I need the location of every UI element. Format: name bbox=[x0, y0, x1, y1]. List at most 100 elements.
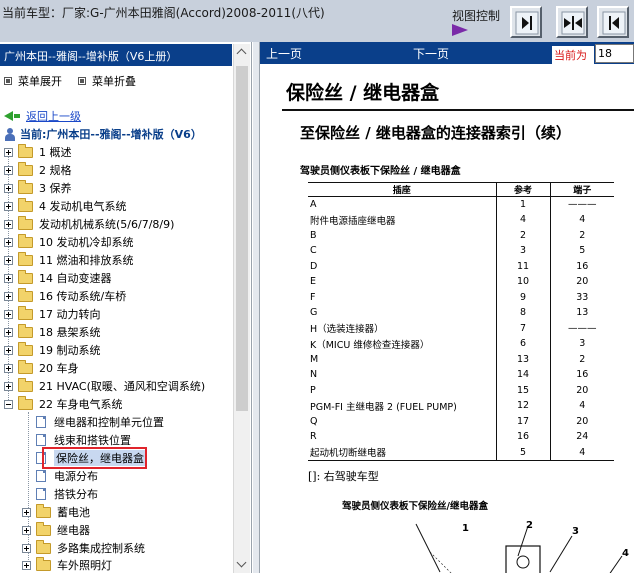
terminal-cell: 2 bbox=[549, 351, 614, 367]
expand-toggle-icon[interactable] bbox=[4, 309, 13, 319]
tree-item[interactable]: 20 车身 bbox=[4, 359, 79, 377]
tree-item[interactable]: 16 传动系统/车桥 bbox=[4, 287, 126, 305]
folder-icon bbox=[18, 179, 33, 194]
callout-1: 1 bbox=[462, 523, 469, 534]
collapse-all-button[interactable]: 菜单折叠 bbox=[78, 73, 136, 89]
prev-page-button[interactable] bbox=[597, 6, 629, 38]
tree-item[interactable]: 4 发动机电气系统 bbox=[4, 197, 127, 215]
expand-toggle-icon[interactable] bbox=[4, 273, 13, 283]
panel-splitter[interactable] bbox=[252, 42, 260, 573]
terminal-cell: ——— bbox=[549, 196, 614, 212]
tree-item-label: 3 保养 bbox=[39, 182, 72, 195]
table-row: C 35 bbox=[308, 243, 614, 259]
expand-all-button[interactable]: 菜单展开 bbox=[4, 73, 62, 89]
tree-item-label: 21 HVAC(取暖、通风和空调系统) bbox=[39, 380, 206, 393]
expand-toggle-icon[interactable] bbox=[4, 381, 13, 391]
tree-doc-item[interactable]: 电源分布 bbox=[36, 467, 98, 485]
tree-item[interactable]: 10 发动机冷却系统 bbox=[4, 233, 134, 251]
terminal-cell: 33 bbox=[549, 289, 614, 305]
terminal-cell: 4 bbox=[549, 398, 614, 414]
reference-cell: 17 bbox=[495, 413, 550, 429]
terminal-cell: 5 bbox=[549, 243, 614, 259]
terminal-cell: 13 bbox=[549, 305, 614, 321]
tree-item[interactable]: 蓄电池 bbox=[22, 503, 90, 521]
expand-toggle-icon[interactable] bbox=[22, 543, 31, 553]
expand-toggle-icon[interactable] bbox=[4, 201, 13, 211]
folder-icon bbox=[36, 556, 51, 571]
socket-cell: F bbox=[310, 291, 316, 303]
socket-cell: D bbox=[310, 260, 318, 272]
tree-doc-item[interactable]: 搭铁分布 bbox=[36, 485, 98, 503]
reference-cell: 5 bbox=[495, 444, 550, 461]
tree-item[interactable]: 2 规格 bbox=[4, 161, 72, 179]
expand-toggle-icon[interactable] bbox=[4, 183, 13, 193]
next-page-button[interactable] bbox=[510, 6, 542, 38]
tree-item[interactable]: 11 燃油和排放系统 bbox=[4, 251, 134, 269]
tree-item[interactable]: 3 保养 bbox=[4, 179, 72, 197]
document-icon bbox=[36, 416, 46, 428]
table-row: G 8 13 bbox=[308, 305, 614, 321]
leader-line bbox=[609, 555, 623, 573]
selection-highlight bbox=[42, 447, 147, 469]
prev-page-icon bbox=[602, 11, 626, 35]
tree-item[interactable]: 车外照明灯 bbox=[22, 556, 112, 573]
document-icon bbox=[36, 470, 46, 482]
page-number-input[interactable] bbox=[595, 44, 634, 63]
tree-item[interactable]: 多路集成控制系统 bbox=[22, 539, 145, 557]
current-page-label: 当前为 bbox=[552, 46, 594, 64]
back-link-row[interactable]: 返回上一级 bbox=[4, 108, 81, 124]
tree-item[interactable]: 继电器 bbox=[22, 521, 90, 539]
panel-header: 广州本田--雅阁--增补版（V6上册） bbox=[0, 44, 232, 66]
expand-toggle-icon[interactable] bbox=[4, 363, 13, 373]
expand-toggle-icon[interactable] bbox=[4, 291, 13, 301]
tree-item-expanded[interactable]: 22 车身电气系统 bbox=[4, 395, 123, 413]
reference-cell: 1 bbox=[495, 196, 550, 212]
expand-toggle-icon[interactable] bbox=[4, 237, 13, 247]
expand-toggle-icon[interactable] bbox=[22, 507, 31, 517]
expand-toggle-icon[interactable] bbox=[4, 219, 13, 229]
tree-item-label: 继电器和控制单元位置 bbox=[54, 416, 164, 429]
expand-toggle-icon[interactable] bbox=[4, 327, 13, 337]
expand-toggle-icon[interactable] bbox=[4, 345, 13, 355]
fit-page-button[interactable] bbox=[556, 6, 588, 38]
window-title: 当前车型：厂家:G-广州本田雅阁(Accord)2008-2011(八代) bbox=[2, 6, 325, 20]
expand-toggle-icon[interactable] bbox=[4, 255, 13, 265]
expand-toggle-icon[interactable] bbox=[4, 147, 13, 157]
folder-icon bbox=[18, 287, 33, 302]
tree-scrollbar[interactable] bbox=[233, 44, 250, 573]
tree-item-label: 2 规格 bbox=[39, 164, 72, 177]
tree-doc-item[interactable]: 继电器和控制单元位置 bbox=[36, 413, 164, 431]
doc-subtitle: 至保险丝 / 继电器盒的连接器索引（续） bbox=[300, 124, 571, 142]
next-page-link[interactable]: 下一页 bbox=[413, 45, 449, 62]
prev-page-link[interactable]: 上一页 bbox=[266, 45, 302, 62]
socket-cell: E bbox=[310, 276, 317, 288]
tree-item[interactable]: 17 动力转向 bbox=[4, 305, 101, 323]
scroll-thumb[interactable] bbox=[236, 66, 248, 411]
socket-cell: 附件电源插座继电器 bbox=[310, 215, 396, 227]
tree-item[interactable]: 21 HVAC(取暖、通风和空调系统) bbox=[4, 377, 205, 395]
document-icon bbox=[36, 434, 46, 446]
doc-title: 保险丝 / 继电器盒 bbox=[286, 82, 440, 104]
socket-cell: R bbox=[310, 431, 317, 443]
expand-toggle-icon[interactable] bbox=[4, 165, 13, 175]
terminal-cell: 20 bbox=[549, 382, 614, 398]
folder-icon bbox=[18, 215, 33, 230]
terminal-cell: 20 bbox=[549, 413, 614, 429]
navigation-panel: 广州本田--雅阁--增补版（V6上册） 菜单展开 菜单折叠 返回上一级 当前:广… bbox=[0, 42, 252, 573]
tree-item-label: 16 传动系统/车桥 bbox=[39, 290, 127, 303]
tree-item[interactable]: 19 制动系统 bbox=[4, 341, 101, 359]
tree-item[interactable]: 18 悬架系统 bbox=[4, 323, 101, 341]
tree-item-label: 14 自动变速器 bbox=[39, 272, 112, 285]
connector-outline bbox=[516, 555, 530, 569]
back-link[interactable]: 返回上一级 bbox=[26, 108, 81, 124]
tree-item[interactable]: 14 自动变速器 bbox=[4, 269, 112, 287]
collapse-toggle-icon[interactable] bbox=[4, 399, 13, 409]
reference-cell: 6 bbox=[495, 336, 550, 352]
folder-icon bbox=[18, 341, 33, 356]
tree-item[interactable]: 发动机机械系统(5/6/7/8/9) bbox=[4, 215, 174, 233]
expand-toggle-icon[interactable] bbox=[22, 560, 31, 570]
scroll-up-icon[interactable] bbox=[234, 44, 250, 61]
scroll-down-icon[interactable] bbox=[234, 556, 250, 573]
tree-item[interactable]: 1 概述 bbox=[4, 143, 72, 161]
expand-toggle-icon[interactable] bbox=[22, 525, 31, 535]
